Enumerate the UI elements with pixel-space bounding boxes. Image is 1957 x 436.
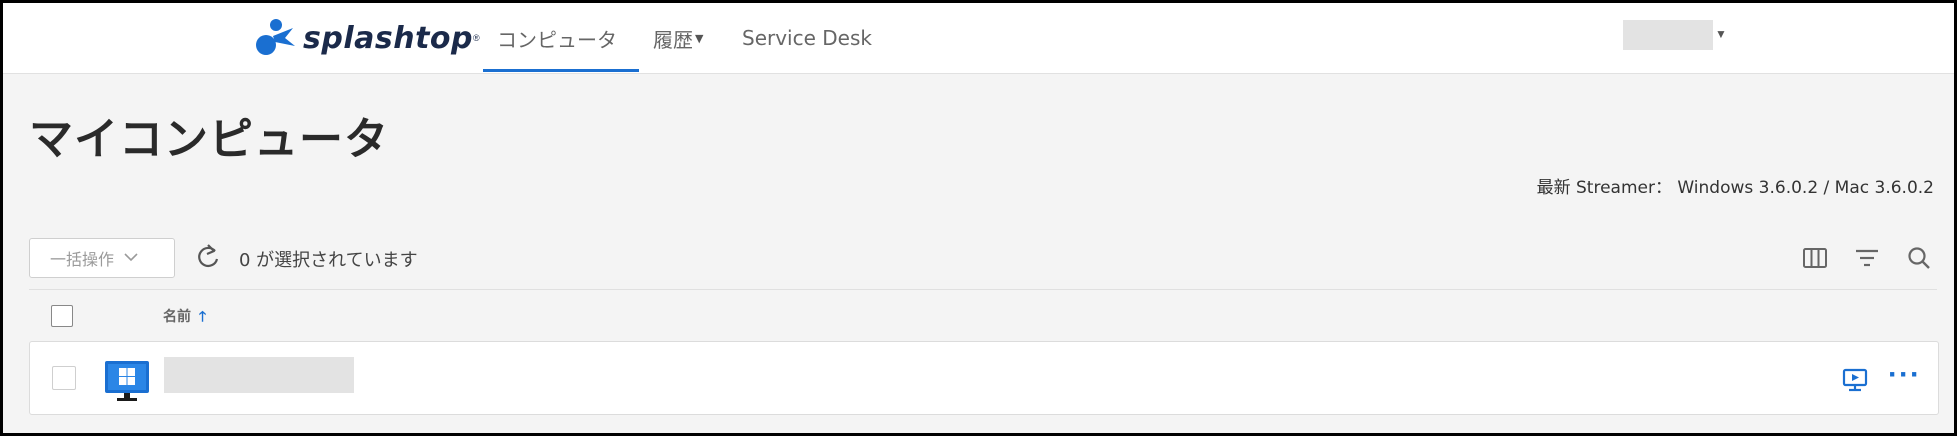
columns-icon[interactable] [1801, 244, 1829, 272]
bulk-action-label: 一括操作 [50, 250, 115, 269]
selected-count-text: 0 が選択されています [239, 250, 418, 271]
tab-computers-label: コンピュータ [497, 27, 617, 52]
app-window: splashtop ® コンピュータ 履歴 ▼ Service Desk ▼ マ… [0, 0, 1957, 436]
column-header-name[interactable]: 名前 🡑 [163, 306, 206, 330]
latest-streamer-info: 最新 Streamer： Windows 3.6.0.2 / Mac 3.6.0… [1537, 173, 1934, 198]
active-tab-indicator [483, 69, 639, 72]
caret-down-icon: ▼ [695, 31, 704, 45]
splashtop-logo[interactable]: splashtop ® [253, 15, 480, 61]
tab-computers[interactable]: コンピュータ [497, 3, 617, 73]
chevron-down-icon [124, 251, 138, 266]
streamer-label: 最新 Streamer： [1536, 178, 1672, 198]
table-row[interactable]: ··· [29, 341, 1939, 415]
top-nav: splashtop ® コンピュータ 履歴 ▼ Service Desk ▼ [3, 3, 1954, 74]
splashtop-logo-icon [256, 19, 295, 55]
logo-wordmark: splashtop [303, 20, 473, 56]
toolbar-divider [29, 289, 1937, 290]
tab-service-desk-label: Service Desk [742, 26, 872, 50]
filter-icon[interactable] [1853, 244, 1881, 272]
more-options-icon[interactable]: ··· [1888, 360, 1921, 390]
page-title: マイコンピュータ [29, 114, 389, 165]
logo-trademark: ® [473, 33, 480, 43]
user-name-redacted[interactable] [1623, 20, 1713, 50]
tab-service-desk[interactable]: Service Desk [742, 3, 872, 73]
tab-history-label: 履歴 [653, 27, 693, 52]
column-name-label: 名前 [163, 309, 191, 325]
streamer-versions: Windows 3.6.0.2 / Mac 3.6.0.2 [1677, 178, 1934, 198]
bulk-action-button[interactable]: 一括操作 [29, 238, 175, 278]
windows-computer-icon [105, 361, 149, 401]
sort-ascending-icon: 🡑 [198, 309, 207, 325]
row-checkbox[interactable] [52, 366, 76, 390]
select-all-checkbox[interactable] [51, 305, 73, 327]
user-menu-caret-icon[interactable]: ▼ [1715, 27, 1727, 41]
connect-icon[interactable] [1842, 367, 1868, 393]
computer-name-redacted [164, 357, 354, 393]
tab-history[interactable]: 履歴 ▼ [653, 3, 703, 73]
search-icon[interactable] [1905, 244, 1933, 272]
refresh-icon[interactable] [195, 243, 221, 271]
